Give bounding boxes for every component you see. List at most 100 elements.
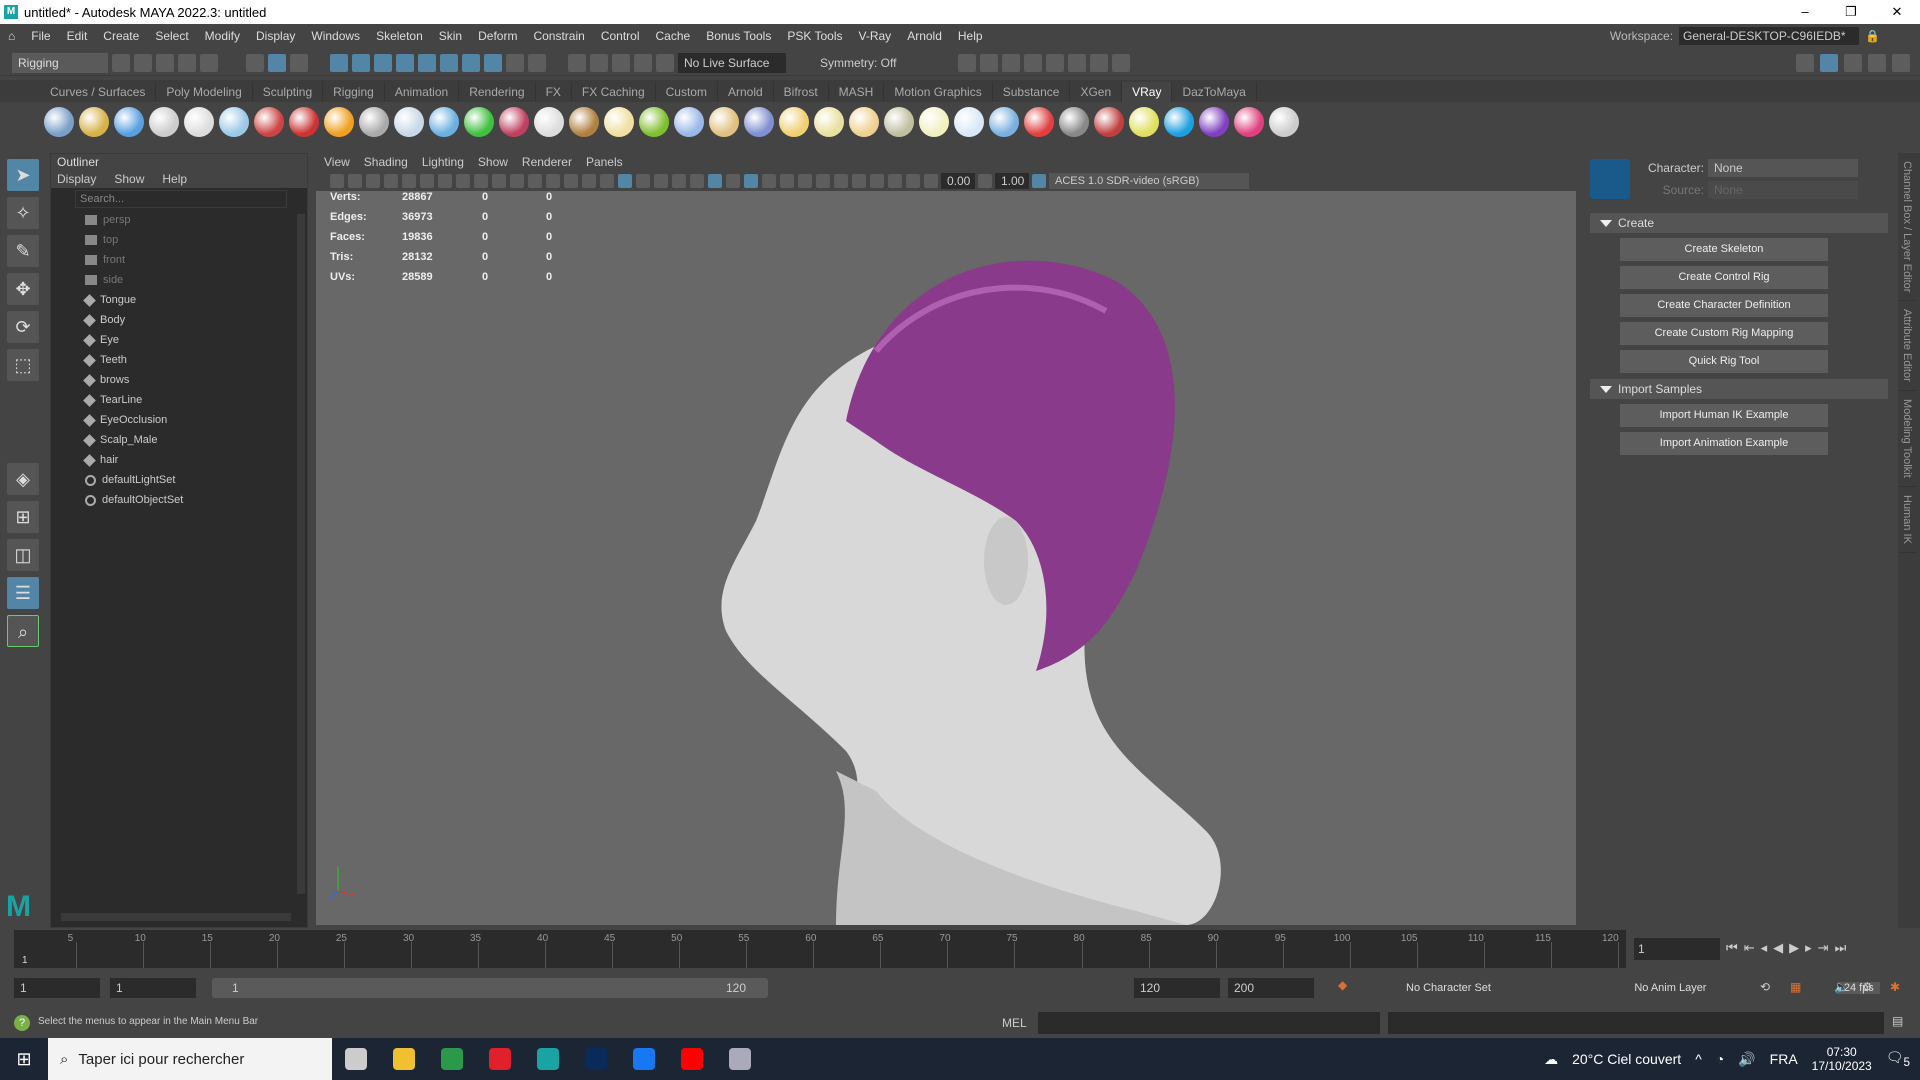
side-tab-human-ik[interactable]: Human IK — [1898, 487, 1916, 553]
outliner-menu-display[interactable]: Display — [57, 170, 96, 188]
minimize-button[interactable]: – — [1782, 0, 1828, 24]
side-tab-attribute-editor[interactable]: Attribute Editor — [1898, 301, 1916, 392]
menuset-dropdown[interactable]: Rigging — [12, 52, 108, 73]
volume-icon[interactable]: 🔊 — [1738, 1051, 1755, 1068]
render-frame-icon[interactable] — [980, 53, 998, 72]
menu-bonus-tools[interactable]: Bonus Tools — [698, 29, 779, 43]
shelf-tool-icon[interactable] — [534, 107, 564, 137]
viewport-tool-icon[interactable] — [420, 174, 434, 188]
viewport-tool-icon[interactable] — [366, 174, 380, 188]
shelf-tool-icon[interactable] — [1024, 107, 1054, 137]
outliner-item-defaultlightset[interactable]: defaultLightSet — [51, 470, 307, 490]
menu-help[interactable]: Help — [950, 29, 991, 43]
outliner-item-body[interactable]: Body — [51, 310, 307, 330]
shelf-tool-icon[interactable] — [919, 107, 949, 137]
outliner-layout-icon[interactable]: ☰ — [7, 577, 39, 609]
shelf-tool-icon[interactable] — [219, 107, 249, 137]
tool-settings-toggle-icon[interactable] — [1868, 53, 1886, 72]
select-object-icon[interactable] — [268, 53, 286, 72]
single-view-layout-icon[interactable]: ◈ — [7, 463, 39, 495]
snap-surface-icon[interactable] — [418, 53, 436, 72]
weather-text[interactable]: 20°C Ciel couvert — [1572, 1051, 1681, 1067]
shelf-tool-icon[interactable] — [569, 107, 599, 137]
shelf-tab-mash[interactable]: MASH — [829, 82, 885, 102]
menu-file[interactable]: File — [23, 29, 58, 43]
rotate-tool-icon[interactable]: ⟳ — [7, 311, 39, 343]
snap-curve-icon[interactable] — [352, 53, 370, 72]
menu-skin[interactable]: Skin — [431, 29, 470, 43]
outliner-item-persp[interactable]: persp — [51, 210, 307, 230]
shelf-tab-daztomaya[interactable]: DazToMaya — [1172, 82, 1257, 102]
four-view-layout-icon[interactable]: ⊞ — [7, 501, 39, 533]
snap-grid-icon[interactable] — [330, 53, 348, 72]
shelf-tool-icon[interactable] — [989, 107, 1019, 137]
outliner-item-front[interactable]: front — [51, 250, 307, 270]
snap-view-icon[interactable] — [396, 53, 414, 72]
outliner-item-defaultobjectset[interactable]: defaultObjectSet — [51, 490, 307, 510]
ipr-render-icon[interactable] — [1002, 53, 1020, 72]
play-forward-icon[interactable]: ▶ — [1789, 940, 1799, 956]
viewport-tool-icon[interactable] — [330, 174, 344, 188]
side-tab-channel-box-layer-editor[interactable]: Channel Box / Layer Editor — [1898, 153, 1916, 302]
shelf-tool-icon[interactable] — [744, 107, 774, 137]
shelf-tool-icon[interactable] — [639, 107, 669, 137]
time-slider[interactable]: 1 5 10 15 20 25 30 35 40 45 50 55 60 65 70 75 80 85 90 95 1… — [14, 930, 1626, 968]
shelf-tab-xgen[interactable]: XGen — [1070, 82, 1123, 102]
viewport-tool-icon[interactable] — [672, 174, 686, 188]
menu-edit[interactable]: Edit — [59, 29, 96, 43]
cache-playback-icon[interactable]: ▦ — [1790, 980, 1801, 994]
shelf-tool-icon[interactable] — [359, 107, 389, 137]
undo-icon[interactable] — [178, 53, 196, 72]
outliner-item-teeth[interactable]: Teeth — [51, 350, 307, 370]
viewport-tool-icon[interactable] — [636, 174, 650, 188]
lock-selection-icon[interactable] — [506, 53, 524, 72]
close-button[interactable]: ✕ — [1874, 0, 1920, 24]
go-to-end-icon[interactable]: ⏭ — [1835, 940, 1847, 956]
script-editor-icon[interactable]: ▤ — [1892, 1014, 1903, 1028]
shelf-tool-icon[interactable] — [394, 107, 424, 137]
viewport-tool-icon[interactable] — [618, 174, 632, 188]
shelf-tool-icon[interactable] — [289, 107, 319, 137]
menu-windows[interactable]: Windows — [303, 29, 368, 43]
shelf-tool-icon[interactable] — [1234, 107, 1264, 137]
notifications-icon[interactable]: 🗨5 — [1886, 1049, 1910, 1069]
symmetry-dropdown[interactable]: Symmetry: Off — [814, 52, 910, 73]
channel-box-toggle-icon[interactable] — [1892, 53, 1910, 72]
viewport-menu-panels[interactable]: Panels — [586, 153, 623, 171]
anim-layer-dropdown[interactable]: No Anim Layer — [1628, 982, 1713, 994]
colorspace-dropdown[interactable]: ACES 1.0 SDR-video (sRGB) — [1049, 173, 1249, 189]
viewport-tool-icon[interactable] — [510, 174, 524, 188]
playback-start-field[interactable]: 1 — [110, 978, 196, 998]
shelf-tool-icon[interactable] — [954, 107, 984, 137]
taskbar-maya-icon[interactable] — [524, 1038, 572, 1080]
menu-modify[interactable]: Modify — [197, 29, 248, 43]
redo-icon[interactable] — [200, 53, 218, 72]
character-dropdown[interactable]: None — [1708, 159, 1858, 177]
select-hierarchy-icon[interactable] — [246, 53, 264, 72]
maximize-button[interactable]: ❐ — [1828, 0, 1874, 24]
viewport-tool-icon[interactable] — [780, 174, 794, 188]
viewport-tool-icon[interactable] — [546, 174, 560, 188]
windows-start-icon[interactable]: ⊞ — [0, 1038, 48, 1080]
render-settings-icon[interactable] — [1024, 53, 1042, 72]
import-human-ik-example-button[interactable]: Import Human IK Example — [1620, 404, 1828, 427]
shelf-tool-icon[interactable] — [849, 107, 879, 137]
create-custom-rig-mapping-button[interactable]: Create Custom Rig Mapping — [1620, 322, 1828, 345]
outliner-item-tearline[interactable]: TearLine — [51, 390, 307, 410]
viewport-tool-icon[interactable] — [816, 174, 830, 188]
taskbar-app-icon[interactable] — [716, 1038, 764, 1080]
viewport-tool-icon[interactable] — [726, 174, 740, 188]
human-ik-character-icon[interactable] — [1590, 159, 1630, 199]
shelf-tool-icon[interactable] — [779, 107, 809, 137]
shelf-tool-icon[interactable] — [499, 107, 529, 137]
gamma-field[interactable]: 1.00 — [995, 173, 1029, 189]
magnet-icon[interactable] — [656, 53, 674, 72]
outliner-item-tongue[interactable]: Tongue — [51, 290, 307, 310]
gamma-icon[interactable] — [978, 174, 992, 188]
shelf-tool-icon[interactable] — [604, 107, 634, 137]
shelf-tool-icon[interactable] — [1164, 107, 1194, 137]
search-icon[interactable]: ⌕ — [7, 615, 39, 647]
viewport-tool-icon[interactable] — [924, 174, 938, 188]
hypershade-icon[interactable] — [1046, 53, 1064, 72]
paint-select-tool-icon[interactable]: ✎ — [7, 235, 39, 267]
